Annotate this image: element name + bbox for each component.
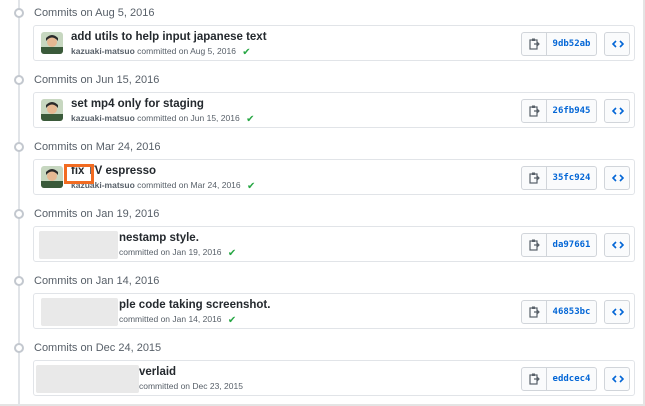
- commit-time: committed on Aug 5, 2016: [137, 46, 236, 56]
- commit-date-heading: Commits on Mar 24, 2016: [34, 141, 161, 153]
- commit-meta: kazuaki-matsuo committed on Aug 5, 2016 …: [71, 46, 251, 58]
- clipboard-icon: [529, 105, 540, 117]
- copy-sha-button[interactable]: [521, 233, 547, 257]
- redacted-area: [41, 298, 118, 326]
- author-link[interactable]: kazuaki-matsuo: [71, 113, 135, 123]
- timeline-node: [14, 276, 24, 286]
- sha-link[interactable]: 26fb945: [546, 99, 597, 123]
- timeline-node: [14, 209, 24, 219]
- commit-time: committed on Jan 14, 2016: [119, 314, 222, 324]
- timeline-node: [14, 75, 24, 85]
- commit-date-heading: Commits on Aug 5, 2016: [34, 7, 155, 19]
- redacted-area: [36, 365, 139, 393]
- copy-sha-button[interactable]: [521, 99, 547, 123]
- avatar[interactable]: [41, 166, 63, 188]
- browse-repo-button[interactable]: [604, 166, 630, 190]
- timeline-node: [14, 8, 24, 18]
- clipboard-icon: [529, 373, 540, 385]
- commit-date-heading: Commits on Dec 24, 2015: [34, 342, 162, 354]
- code-icon: [612, 107, 624, 115]
- browse-repo-button[interactable]: [604, 367, 630, 391]
- commit-card: nestamp style. committed on Jan 19, 2016…: [33, 226, 635, 262]
- browse-repo-button[interactable]: [604, 233, 630, 257]
- commit-card: set mp4 only for staging kazuaki-matsuo …: [33, 92, 635, 128]
- code-icon: [612, 174, 624, 182]
- check-icon[interactable]: ✔: [228, 315, 236, 326]
- commit-card: verlaid committed on Dec 23, 2015 eddcec…: [33, 360, 635, 396]
- commit-meta: kazuaki-matsuo committed on Mar 24, 2016…: [71, 180, 255, 192]
- copy-sha-button[interactable]: [521, 32, 547, 56]
- copy-sha-button[interactable]: [521, 300, 547, 324]
- avatar[interactable]: [41, 99, 63, 121]
- redacted-area: [39, 231, 118, 259]
- code-icon: [612, 40, 624, 48]
- commit-card: fix TV espresso kazuaki-matsuo committed…: [33, 159, 635, 195]
- check-icon[interactable]: ✔: [228, 248, 236, 259]
- check-icon[interactable]: ✔: [246, 114, 254, 125]
- code-icon: [612, 308, 624, 316]
- commit-time: committed on Mar 24, 2016: [137, 180, 241, 190]
- browse-repo-button[interactable]: [604, 32, 630, 56]
- clipboard-icon: [529, 172, 540, 184]
- timeline-node: [14, 142, 24, 152]
- author-link[interactable]: kazuaki-matsuo: [71, 46, 135, 56]
- commit-message-link[interactable]: verlaid: [139, 366, 176, 378]
- commit-meta: kazuaki-matsuo committed on Jun 15, 2016…: [71, 113, 254, 125]
- commit-card: add utils to help input japanese text ka…: [33, 25, 635, 61]
- clipboard-icon: [529, 38, 540, 50]
- sha-link[interactable]: da97661: [546, 233, 597, 257]
- commit-date-heading: Commits on Jan 14, 2016: [34, 275, 160, 287]
- commit-message-link[interactable]: nestamp style.: [119, 232, 199, 244]
- commit-message-link[interactable]: ple code taking screenshot.: [119, 299, 270, 311]
- timeline-node: [14, 343, 24, 353]
- copy-sha-button[interactable]: [521, 367, 547, 391]
- browse-repo-button[interactable]: [604, 300, 630, 324]
- commit-message-link[interactable]: set mp4 only for staging: [71, 98, 204, 110]
- commit-date-heading: Commits on Jan 19, 2016: [34, 208, 160, 220]
- browse-repo-button[interactable]: [604, 99, 630, 123]
- code-icon: [612, 241, 624, 249]
- clipboard-icon: [529, 306, 540, 318]
- sha-link[interactable]: eddcec4: [546, 367, 597, 391]
- code-icon: [612, 375, 624, 383]
- annotation-highlight-box: [64, 164, 94, 184]
- sha-link[interactable]: 35fc924: [546, 166, 597, 190]
- commit-meta: committed on Jan 14, 2016 ✔: [119, 314, 236, 326]
- check-icon[interactable]: ✔: [247, 181, 255, 192]
- commit-message-link[interactable]: add utils to help input japanese text: [71, 31, 267, 43]
- sha-link[interactable]: 9db52ab: [546, 32, 597, 56]
- commit-card: ple code taking screenshot. committed on…: [33, 293, 635, 329]
- sha-link[interactable]: 46853bc: [546, 300, 597, 324]
- avatar[interactable]: [41, 32, 63, 54]
- commit-date-heading: Commits on Jun 15, 2016: [34, 74, 160, 86]
- check-icon[interactable]: ✔: [242, 47, 250, 58]
- commit-meta: committed on Jan 19, 2016 ✔: [119, 247, 236, 259]
- copy-sha-button[interactable]: [521, 166, 547, 190]
- commit-meta: committed on Dec 23, 2015: [139, 381, 243, 391]
- clipboard-icon: [529, 239, 540, 251]
- commit-time: committed on Dec 23, 2015: [139, 381, 243, 391]
- commit-time: committed on Jan 19, 2016: [119, 247, 222, 257]
- commit-time: committed on Jun 15, 2016: [137, 113, 240, 123]
